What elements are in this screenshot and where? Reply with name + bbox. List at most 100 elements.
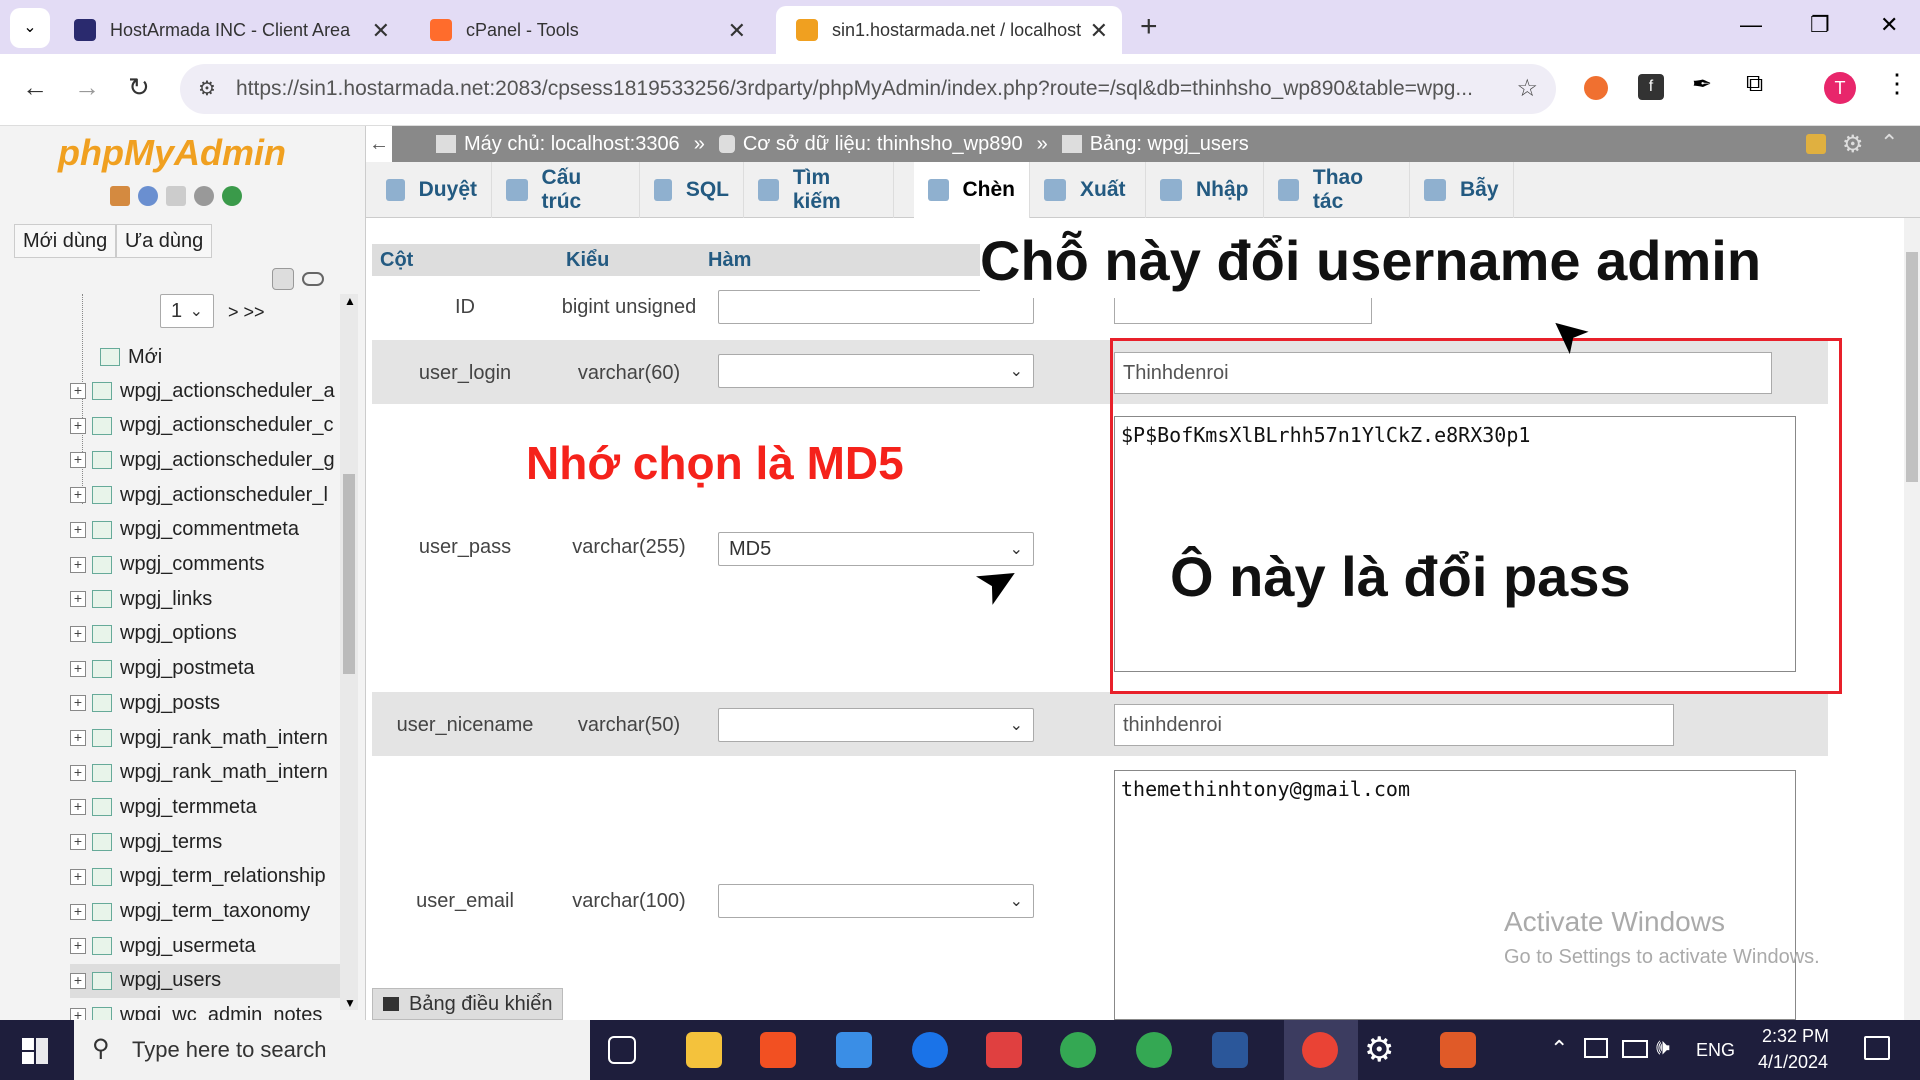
expand-plus-icon[interactable]: + bbox=[70, 834, 86, 851]
taskbar-search-box[interactable]: ⚲ Type here to search bbox=[74, 1020, 590, 1080]
collapse-all-icon[interactable] bbox=[272, 268, 294, 290]
edge-icon[interactable] bbox=[912, 1032, 948, 1068]
minimize-button[interactable]: — bbox=[1740, 12, 1762, 38]
sidebar-scrollbar[interactable]: ▲ ▼ bbox=[340, 294, 358, 1010]
breadcrumb-table[interactable]: Bảng: wpgj_users bbox=[1090, 133, 1249, 156]
sidebar-table-item[interactable]: + wpgj_users bbox=[70, 963, 340, 998]
restore-button[interactable]: ❐ bbox=[1810, 12, 1830, 38]
tab-import[interactable]: Nhập bbox=[1146, 162, 1264, 218]
sidebar-table-item[interactable]: + wpgj_actionscheduler_a bbox=[70, 374, 340, 408]
expand-plus-icon[interactable]: + bbox=[70, 972, 86, 989]
expand-plus-icon[interactable]: + bbox=[70, 730, 86, 746]
expand-plus-icon[interactable]: + bbox=[70, 799, 86, 816]
tab-insert[interactable]: Chèn bbox=[914, 162, 1030, 218]
settings-icon[interactable] bbox=[194, 186, 214, 206]
tab-sql[interactable]: SQL bbox=[640, 162, 744, 218]
battery-icon[interactable] bbox=[1622, 1040, 1648, 1058]
close-tab-icon[interactable]: ✕ bbox=[728, 18, 746, 44]
forward-icon[interactable]: → bbox=[74, 72, 100, 103]
favorites-button[interactable]: Ưa dùng bbox=[116, 224, 213, 258]
expand-plus-icon[interactable]: + bbox=[70, 487, 86, 504]
sidebar-table-item[interactable]: + wpgj_commentmeta bbox=[70, 513, 340, 547]
function-select[interactable]: ⌄ bbox=[718, 354, 1034, 388]
info-icon[interactable] bbox=[138, 186, 158, 206]
link-icon[interactable] bbox=[302, 272, 324, 286]
profile-avatar[interactable]: T bbox=[1824, 72, 1856, 104]
mail-icon[interactable] bbox=[836, 1032, 872, 1068]
expand-plus-icon[interactable]: + bbox=[70, 868, 86, 885]
expand-plus-icon[interactable]: + bbox=[70, 383, 86, 399]
expand-plus-icon[interactable]: + bbox=[70, 521, 86, 538]
sidebar-table-item[interactable]: + wpgj_actionscheduler_l bbox=[70, 478, 340, 512]
sidebar-table-item[interactable]: + wpgj_terms bbox=[70, 825, 340, 859]
scroll-up-icon[interactable]: ▲ bbox=[344, 294, 356, 308]
browser-tab-cpanel[interactable]: cPanel - Tools ✕ bbox=[410, 6, 760, 54]
recent-button[interactable]: Mới dùng bbox=[14, 224, 117, 258]
sidebar-table-item[interactable]: + wpgj_actionscheduler_g bbox=[70, 443, 340, 477]
clock-time[interactable]: 2:32 PM bbox=[1762, 1026, 1829, 1047]
scrollbar-thumb[interactable] bbox=[343, 474, 355, 674]
sidebar-table-item[interactable]: + wpgj_actionscheduler_c bbox=[70, 409, 340, 443]
new-table-link[interactable]: Mới bbox=[100, 340, 370, 374]
task-view-icon[interactable] bbox=[608, 1036, 636, 1064]
sidebar-table-item[interactable]: + wpgj_links bbox=[70, 582, 340, 616]
reload-icon[interactable]: ↻ bbox=[128, 72, 150, 103]
tab-triggers[interactable]: Bẫy bbox=[1410, 162, 1514, 218]
site-info-icon[interactable]: ⚙ bbox=[198, 76, 216, 101]
tab-operations[interactable]: Thao tác bbox=[1264, 162, 1410, 218]
app-icon[interactable] bbox=[986, 1032, 1022, 1068]
file-explorer-icon[interactable] bbox=[686, 1032, 722, 1068]
back-icon[interactable]: ← bbox=[22, 72, 48, 103]
extension-icon[interactable] bbox=[1584, 76, 1608, 100]
expand-plus-icon[interactable]: + bbox=[70, 764, 86, 781]
function-select[interactable]: ⌄ bbox=[718, 884, 1034, 918]
user-email-textarea[interactable]: themethinhtony@gmail.com bbox=[1114, 770, 1796, 1020]
tab-structure[interactable]: Cấu trúc bbox=[492, 162, 640, 218]
page-select[interactable]: 1 ⌄ bbox=[160, 294, 214, 328]
expand-plus-icon[interactable]: + bbox=[70, 417, 86, 434]
lock-icon[interactable] bbox=[1806, 134, 1826, 154]
expand-plus-icon[interactable]: + bbox=[70, 591, 86, 608]
notification-icon[interactable] bbox=[1864, 1036, 1890, 1060]
collapse-sidebar-icon[interactable]: ← bbox=[366, 126, 392, 162]
expand-plus-icon[interactable]: + bbox=[70, 625, 86, 642]
network-icon[interactable] bbox=[1584, 1038, 1608, 1058]
gear-icon[interactable]: ⚙ bbox=[1842, 130, 1864, 159]
tray-chevron-icon[interactable]: ⌃ bbox=[1550, 1036, 1568, 1062]
menu-dots-icon[interactable]: ⋮ bbox=[1884, 68, 1910, 99]
volume-icon[interactable]: 🕪 bbox=[1656, 1034, 1670, 1060]
microsoft-store-icon[interactable] bbox=[760, 1032, 796, 1068]
close-tab-icon[interactable]: ✕ bbox=[372, 18, 390, 44]
sidebar-table-item[interactable]: + wpgj_usermeta bbox=[70, 929, 340, 963]
sidebar-table-item[interactable]: + wpgj_posts bbox=[70, 686, 340, 720]
address-bar[interactable]: ⚙ https://sin1.hostarmada.net:2083/cpses… bbox=[180, 64, 1556, 114]
home-icon[interactable] bbox=[110, 186, 130, 206]
expand-plus-icon[interactable]: + bbox=[70, 938, 86, 955]
close-tab-icon[interactable]: ✕ bbox=[1090, 18, 1108, 44]
clock-date[interactable]: 4/1/2024 bbox=[1758, 1052, 1828, 1073]
tab-browse[interactable]: Duyệt bbox=[372, 162, 492, 218]
word-icon[interactable] bbox=[1212, 1032, 1248, 1068]
bookmark-star-icon[interactable]: ☆ bbox=[1516, 74, 1538, 103]
windows-start-icon-right[interactable] bbox=[36, 1038, 48, 1064]
collapse-top-icon[interactable]: ⌃ bbox=[1880, 130, 1898, 156]
breadcrumb-server[interactable]: Máy chủ: localhost:3306 bbox=[464, 133, 680, 156]
sidebar-table-item[interactable]: + wpgj_term_relationship bbox=[70, 860, 340, 894]
sidebar-table-item[interactable]: + wpgj_postmeta bbox=[70, 652, 340, 686]
browser-tab-hostarmada[interactable]: HostArmada INC - Client Area ✕ bbox=[54, 6, 404, 54]
tab-search[interactable]: Tìm kiếm bbox=[744, 162, 894, 218]
sidebar-table-item[interactable]: + wpgj_term_taxonomy bbox=[70, 895, 340, 929]
sidebar-table-item[interactable]: + wpgj_comments bbox=[70, 548, 340, 582]
refresh-icon[interactable] bbox=[222, 186, 242, 206]
tab-export[interactable]: Xuất bbox=[1030, 162, 1146, 218]
sidebar-table-item[interactable]: + wpgj_rank_math_intern bbox=[70, 756, 340, 790]
sidebar-table-item[interactable]: + wpgj_rank_math_intern bbox=[70, 721, 340, 755]
phpmyadmin-logo[interactable]: phpMyAdmin bbox=[58, 132, 286, 174]
expand-plus-icon[interactable]: + bbox=[70, 556, 86, 573]
expand-plus-icon[interactable]: + bbox=[70, 695, 86, 712]
browser-tab-phpmyadmin[interactable]: sin1.hostarmada.net / localhost ✕ bbox=[776, 6, 1122, 54]
expand-plus-icon[interactable]: + bbox=[70, 452, 86, 469]
sidebar-table-item[interactable]: + wpgj_options bbox=[70, 617, 340, 651]
console-toggle[interactable]: Bảng điều khiển bbox=[372, 988, 564, 1020]
language-indicator[interactable]: ENG bbox=[1696, 1040, 1735, 1061]
